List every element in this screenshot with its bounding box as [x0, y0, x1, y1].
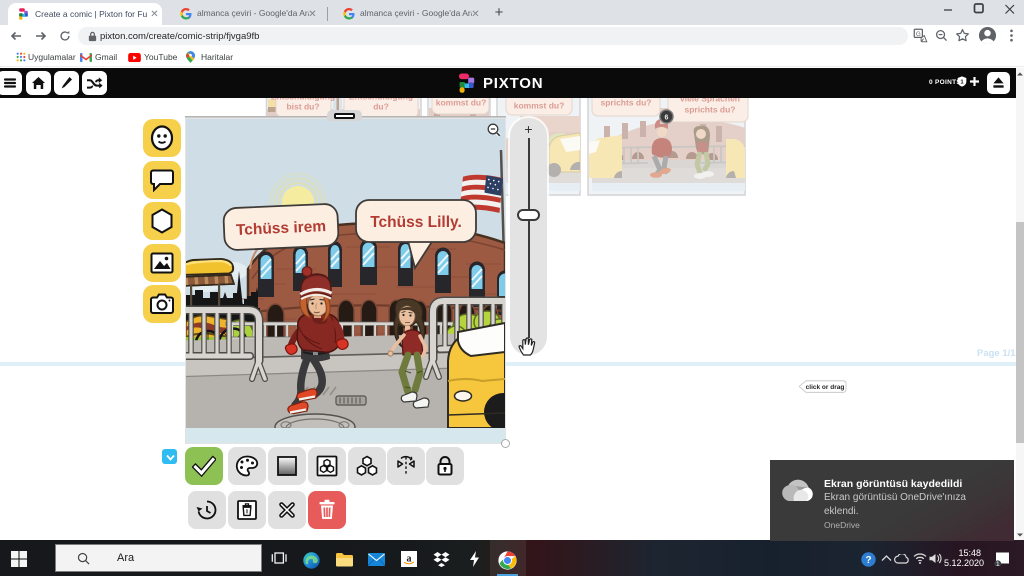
- svg-text:du?: du?: [373, 102, 389, 112]
- svg-text:Tchüss Lilly.: Tchüss Lilly.: [370, 214, 462, 231]
- svg-text:1: 1: [996, 561, 1000, 566]
- svg-text:sprichts du?: sprichts du?: [600, 98, 651, 108]
- svg-text:click or drag: click or drag: [806, 384, 845, 391]
- svg-text:viele Sprachen: viele Sprachen: [680, 98, 740, 104]
- svg-text:bist du?: bist du?: [286, 102, 319, 112]
- svg-text:sprichts du?: sprichts du?: [684, 105, 735, 115]
- svg-text:Entschuldigung: Entschuldigung: [349, 98, 413, 102]
- svg-text:?: ?: [865, 555, 871, 566]
- svg-text:6: 6: [665, 115, 669, 122]
- svg-text:kommst du?: kommst du?: [514, 101, 565, 111]
- svg-text:G: G: [916, 31, 921, 38]
- svg-text:Entschuldigung: Entschuldigung: [271, 98, 335, 102]
- svg-text:a: a: [407, 554, 412, 565]
- svg-text:kommst du?: kommst du?: [436, 98, 487, 108]
